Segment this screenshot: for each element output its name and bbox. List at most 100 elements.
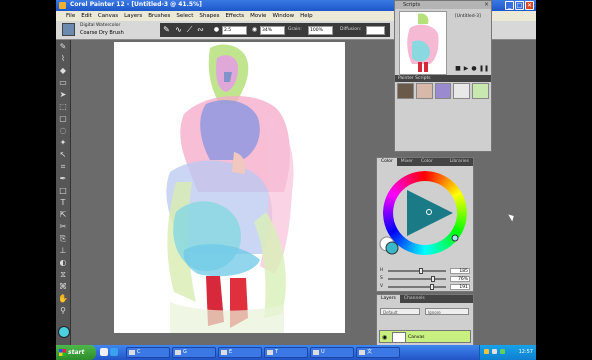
size-field[interactable]: 2.5 xyxy=(222,26,247,35)
saturation-knob[interactable] xyxy=(430,276,435,282)
pause-icon[interactable]: ❚❚ xyxy=(479,66,489,72)
tab-mixer[interactable]: Mixer xyxy=(397,158,417,166)
script-thumbnail[interactable] xyxy=(472,83,489,99)
network-icon[interactable] xyxy=(500,349,505,354)
taskbar-button[interactable]: 文 xyxy=(356,347,400,358)
divine-proportion-icon[interactable]: ⌘ xyxy=(58,282,68,292)
layers-panel: Layers Channels Default Ignore ◉ Canvas xyxy=(376,294,474,348)
tab-color-sets[interactable]: Color Sets xyxy=(417,158,446,172)
taskbar-button[interactable]: C xyxy=(126,347,170,358)
brush-variant[interactable]: Coarse Dry Brush xyxy=(80,30,124,36)
menu-brushes[interactable]: Brushes xyxy=(148,13,170,19)
menu-edit[interactable]: Edit xyxy=(81,13,92,19)
window-icon xyxy=(267,350,273,355)
dropper-tool-icon[interactable]: ⌇ xyxy=(58,54,68,64)
volume-icon[interactable] xyxy=(492,349,497,354)
magnifier-tool-icon[interactable]: ⚲ xyxy=(58,306,68,316)
brush-category[interactable]: Digital Watercolor xyxy=(80,23,120,28)
magic-wand-icon[interactable]: ✦ xyxy=(58,138,68,148)
menu-file[interactable]: File xyxy=(66,13,75,19)
brush-selector-icon[interactable] xyxy=(62,23,75,36)
stroke-options-icon[interactable]: ∾ xyxy=(196,25,205,34)
saturation-value[interactable]: 76% xyxy=(450,276,470,282)
menu-shapes[interactable]: Shapes xyxy=(199,13,219,19)
selection-adjuster-icon[interactable]: ↖ xyxy=(58,150,68,160)
eye-icon[interactable]: ◉ xyxy=(382,334,387,341)
rectangle-select-icon[interactable]: ▢ xyxy=(58,114,68,124)
taskbar-button[interactable]: U xyxy=(310,347,354,358)
transform-tool-icon[interactable]: ⬚ xyxy=(58,102,68,112)
menu-select[interactable]: Select xyxy=(176,13,193,19)
menu-movie[interactable]: Movie xyxy=(250,13,266,19)
brush-tool-icon[interactable]: ✎ xyxy=(58,42,68,52)
drawing-canvas[interactable] xyxy=(114,42,345,333)
brush-tool-icon[interactable]: ✎ xyxy=(162,25,171,34)
menu-help[interactable]: Help xyxy=(300,13,313,19)
saturation-slider[interactable]: S 76% xyxy=(380,276,472,282)
show-desktop-icon[interactable] xyxy=(100,348,108,356)
crop-tool-icon[interactable]: ⌗ xyxy=(58,162,68,172)
menu-window[interactable]: Window xyxy=(272,13,294,19)
play-icon[interactable]: ▶ xyxy=(463,66,469,72)
scripts-panel-header[interactable]: Scripts × xyxy=(395,1,491,9)
composite-method-dropdown[interactable]: Default xyxy=(380,308,420,315)
mirror-painting-icon[interactable]: ⧖ xyxy=(58,270,68,280)
dodge-tool-icon[interactable]: ◐ xyxy=(58,258,68,268)
layer-thumbnail xyxy=(392,332,406,343)
cloner-tool-icon[interactable]: ⎘ xyxy=(58,234,68,244)
composite-depth-dropdown[interactable]: Ignore xyxy=(425,308,469,315)
value-value[interactable]: 191 xyxy=(450,284,470,290)
menu-canvas[interactable]: Canvas xyxy=(98,13,118,19)
tray-icon[interactable] xyxy=(484,349,489,354)
layer-adjuster-icon[interactable]: ➤ xyxy=(58,90,68,100)
stroke-straight-icon[interactable]: ⟋ xyxy=(185,25,194,34)
tab-libraries[interactable]: Libraries xyxy=(446,158,473,166)
value-knob[interactable] xyxy=(430,284,434,290)
opacity-field[interactable]: 34% xyxy=(260,26,285,35)
main-color-swatch[interactable] xyxy=(58,326,70,338)
color-wheel[interactable] xyxy=(377,168,473,258)
eraser-tool-icon[interactable]: ▭ xyxy=(58,78,68,88)
menu-effects[interactable]: Effects xyxy=(225,13,244,19)
maximize-button[interactable]: □ xyxy=(515,1,524,10)
stop-icon[interactable]: ■ xyxy=(455,66,461,72)
tab-layers[interactable]: Layers xyxy=(377,295,400,303)
script-thumbnail[interactable] xyxy=(397,83,414,99)
script-thumbnail[interactable] xyxy=(453,83,471,99)
stroke-freehand-icon[interactable]: ∿ xyxy=(174,25,183,34)
diffusion-field[interactable] xyxy=(366,26,385,35)
close-icon[interactable]: × xyxy=(484,1,489,9)
menu-layers[interactable]: Layers xyxy=(124,13,142,19)
rubber-stamp-icon[interactable]: ⊥ xyxy=(58,246,68,256)
rectangle-shape-icon[interactable]: □ xyxy=(58,186,68,196)
layer-row[interactable]: ◉ Canvas xyxy=(379,330,471,343)
grabber-tool-icon[interactable]: ✋ xyxy=(58,294,68,304)
shape-selection-icon[interactable]: ⇱ xyxy=(58,210,68,220)
painter-scripts-header[interactable]: Painter Scripts xyxy=(395,75,491,82)
tab-color[interactable]: Color xyxy=(377,158,397,166)
script-thumbnail[interactable] xyxy=(415,83,433,99)
taskbar-button[interactable]: T xyxy=(264,347,308,358)
painting-artwork xyxy=(166,44,294,333)
hue-knob[interactable] xyxy=(418,268,423,274)
pen-tool-icon[interactable]: ✒ xyxy=(58,174,68,184)
lasso-tool-icon[interactable]: ◌ xyxy=(58,126,68,136)
text-tool-icon[interactable]: T xyxy=(58,198,68,208)
script-thumbnail[interactable] xyxy=(434,83,452,99)
ie-icon[interactable] xyxy=(110,348,118,356)
start-button[interactable]: start xyxy=(56,345,96,360)
diffusion-label: Diffusion: xyxy=(340,27,362,32)
close-button[interactable]: ✕ xyxy=(525,1,534,10)
taskbar-button[interactable]: G xyxy=(172,347,216,358)
tab-channels[interactable]: Channels xyxy=(400,295,429,303)
hue-slider[interactable]: H 185 xyxy=(380,268,472,274)
record-icon[interactable]: ● xyxy=(471,66,477,72)
grain-field[interactable]: 100% xyxy=(308,26,333,35)
taskbar-button[interactable]: E xyxy=(218,347,262,358)
minimize-button[interactable]: _ xyxy=(505,1,514,10)
value-slider[interactable]: V 191 xyxy=(380,284,472,290)
saturation-value-triangle xyxy=(407,190,453,236)
scissors-tool-icon[interactable]: ✂ xyxy=(58,222,68,232)
hue-value[interactable]: 185 xyxy=(450,268,470,274)
paint-bucket-icon[interactable]: ◆ xyxy=(58,66,68,76)
